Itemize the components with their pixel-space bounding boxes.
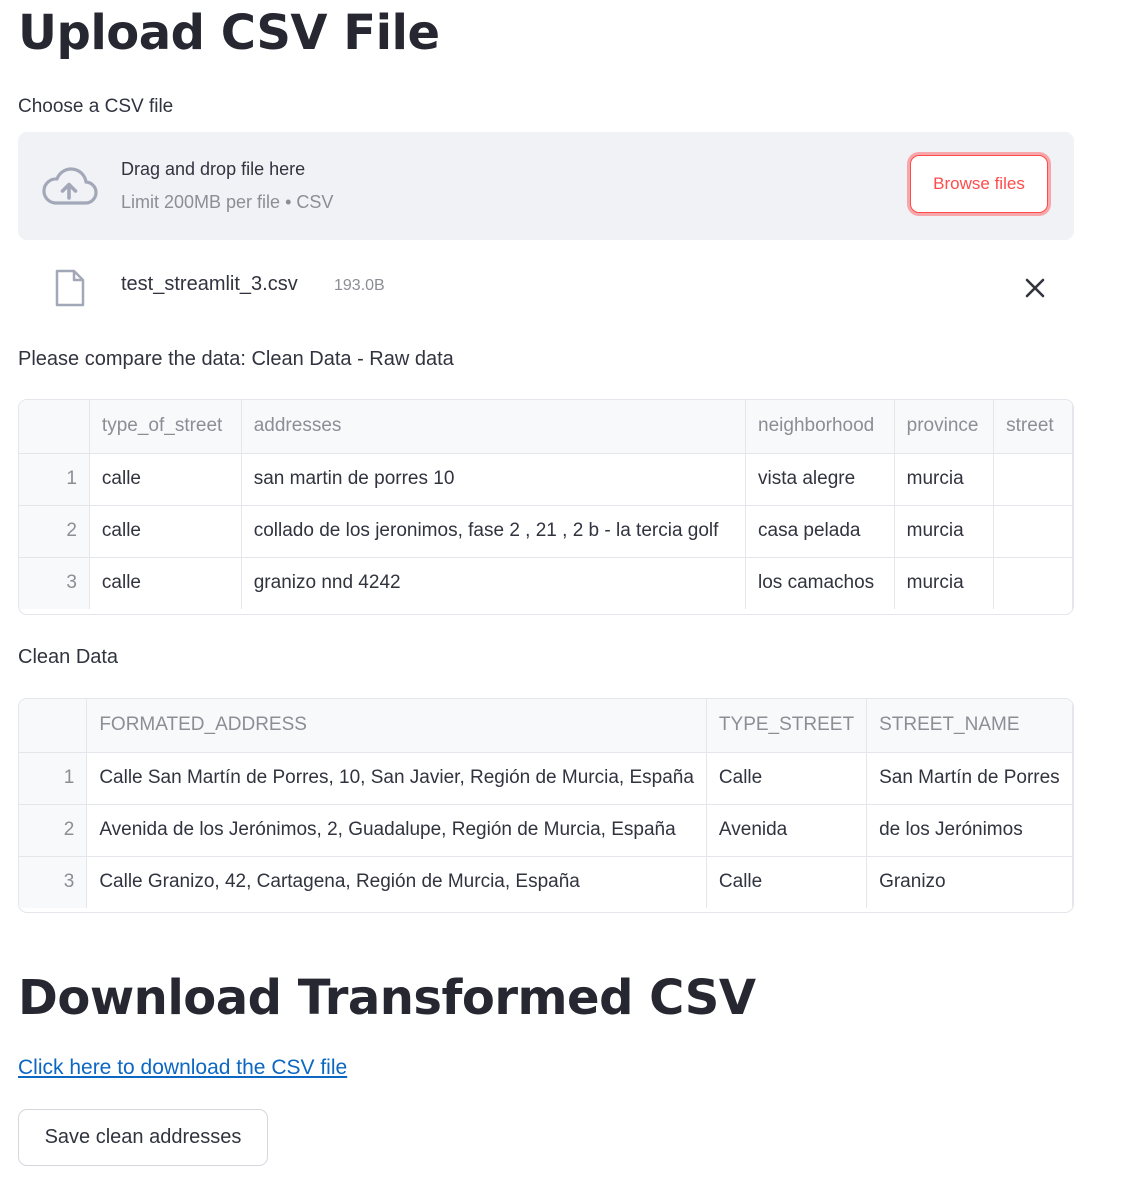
column-header[interactable]: FORMATED_ADDRESS [86,699,707,753]
row-index: 3 [19,557,90,609]
clean-table: FORMATED_ADDRESS TYPE_STREET STREET_NAME… [19,699,1073,908]
table-cell[interactable]: san martin de porres 10 [241,453,747,506]
browse-files-button[interactable]: Browse files [910,155,1048,213]
table-cell[interactable]: vista alegre [745,453,895,506]
index-header [19,400,90,454]
table-cell[interactable]: calle [89,453,242,506]
download-csv-link[interactable]: Click here to download the CSV file [18,1056,347,1080]
table-cell[interactable] [993,557,1073,609]
cloud-upload-icon [42,167,98,205]
index-header [19,699,88,753]
table-row: 2 Avenida de los Jerónimos, 2, Guadalupe… [19,804,1073,857]
row-index: 1 [19,752,88,805]
row-index: 2 [19,804,88,857]
table-cell[interactable]: Avenida [706,804,868,857]
uploaded-file-size: 193.0B [334,277,385,294]
table-cell[interactable]: los camachos [745,557,895,609]
table-cell[interactable]: granizo nnd 4242 [241,557,747,609]
compare-label: Please compare the data: Clean Data - Ra… [18,348,454,370]
table-cell[interactable]: murcia [894,453,995,506]
table-cell[interactable]: Calle San Martín de Porres, 10, San Javi… [86,752,707,805]
column-header[interactable]: TYPE_STREET [706,699,868,753]
table-cell[interactable]: casa pelada [745,505,895,558]
upload-title: Upload CSV File [18,5,440,61]
table-cell[interactable]: de los Jerónimos [866,804,1073,857]
row-index: 1 [19,453,90,506]
column-header[interactable]: addresses [241,400,747,454]
table-header-row: type_of_street addresses neighborhood pr… [19,400,1073,454]
file-dropzone[interactable]: Drag and drop file here Limit 200MB per … [18,132,1074,240]
table-cell[interactable]: murcia [894,505,995,558]
table-cell[interactable]: calle [89,505,242,558]
file-icon [55,269,85,307]
row-index: 2 [19,505,90,558]
table-cell[interactable]: Calle Granizo, 42, Cartagena, Región de … [86,856,707,908]
row-index: 3 [19,856,88,908]
save-clean-addresses-button[interactable]: Save clean addresses [18,1109,268,1166]
table-cell[interactable]: Granizo [866,856,1073,908]
table-cell[interactable]: collado de los jeronimos, fase 2 , 21 , … [241,505,747,558]
clean-data-label: Clean Data [18,646,119,668]
table-row: 1 calle san martin de porres 10 vista al… [19,453,1073,506]
dropzone-instruction: Drag and drop file here [121,159,306,179]
table-cell[interactable]: murcia [894,557,995,609]
table-row: 3 calle granizo nnd 4242 los camachos mu… [19,557,1073,609]
table-cell[interactable]: Calle [706,856,868,908]
dropzone-limit: Limit 200MB per file • CSV [121,192,334,212]
clean-dataframe[interactable]: FORMATED_ADDRESS TYPE_STREET STREET_NAME… [18,698,1074,913]
compare-table: type_of_street addresses neighborhood pr… [19,400,1073,609]
column-header[interactable]: street [993,400,1073,454]
column-header[interactable]: neighborhood [745,400,895,454]
table-row: 3 Calle Granizo, 42, Cartagena, Región d… [19,856,1073,908]
column-header[interactable]: type_of_street [89,400,242,454]
table-cell[interactable]: Calle [706,752,868,805]
table-cell[interactable] [993,505,1073,558]
column-header[interactable]: province [894,400,995,454]
table-cell[interactable]: San Martín de Porres [866,752,1073,805]
table-cell[interactable] [993,453,1073,506]
table-cell[interactable]: calle [89,557,242,609]
uploaded-file-name: test_streamlit_3.csv [121,273,298,295]
close-icon[interactable] [1022,275,1048,301]
table-row: 2 calle collado de los jeronimos, fase 2… [19,505,1073,558]
table-row: 1 Calle San Martín de Porres, 10, San Ja… [19,752,1073,805]
column-header[interactable]: STREET_NAME [866,699,1073,753]
download-title: Download Transformed CSV [18,970,756,1026]
table-header-row: FORMATED_ADDRESS TYPE_STREET STREET_NAME [19,699,1073,753]
table-cell[interactable]: Avenida de los Jerónimos, 2, Guadalupe, … [86,804,707,857]
file-uploader-label: Choose a CSV file [18,96,174,117]
compare-dataframe[interactable]: type_of_street addresses neighborhood pr… [18,399,1074,615]
